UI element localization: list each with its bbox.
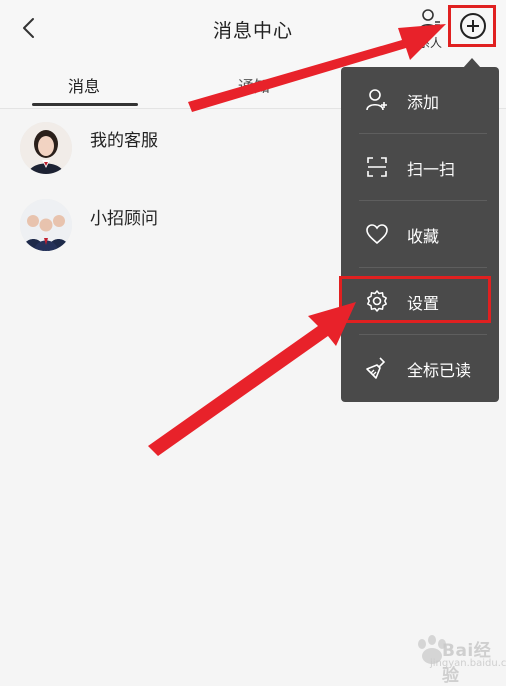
tab-notifications[interactable]: 通知 [238, 73, 270, 97]
watermark-url: jingyan.baidu.com [430, 658, 506, 669]
tab-messages[interactable]: 消息 [68, 73, 100, 97]
avatar [20, 199, 72, 251]
add-menu-button[interactable] [448, 5, 496, 47]
top-bar: 消息中心 系人 [0, 0, 506, 56]
menu-item-label: 扫一扫 [407, 160, 456, 179]
menu-item-label: 添加 [407, 93, 440, 112]
heart-icon [366, 224, 388, 245]
broom-icon [366, 357, 386, 379]
active-tab-indicator [32, 103, 138, 106]
menu-item-add[interactable]: 添加 [341, 67, 499, 134]
dropdown-menu: 添加 扫一扫 收藏 设置 全标已读 [341, 67, 499, 402]
conversation-name: 小招顾问 [90, 209, 158, 229]
menu-item-favorites[interactable]: 收藏 [341, 201, 499, 268]
contacts-icon [419, 9, 440, 31]
menu-item-mark-all-read[interactable]: 全标已读 [341, 335, 499, 402]
scan-icon [367, 157, 387, 177]
arrow-to-settings-icon [148, 302, 356, 456]
plus-circle-icon [460, 13, 486, 39]
contacts-button[interactable]: 系人 [412, 8, 448, 50]
conversation-name: 我的客服 [90, 131, 158, 151]
menu-item-label: 全标已读 [407, 361, 472, 380]
menu-item-label: 收藏 [407, 227, 440, 246]
menu-item-scan[interactable]: 扫一扫 [341, 134, 499, 201]
settings-highlight-box [339, 276, 491, 323]
add-person-icon [366, 89, 387, 111]
avatar [20, 122, 72, 174]
contacts-label: 系人 [418, 36, 443, 50]
